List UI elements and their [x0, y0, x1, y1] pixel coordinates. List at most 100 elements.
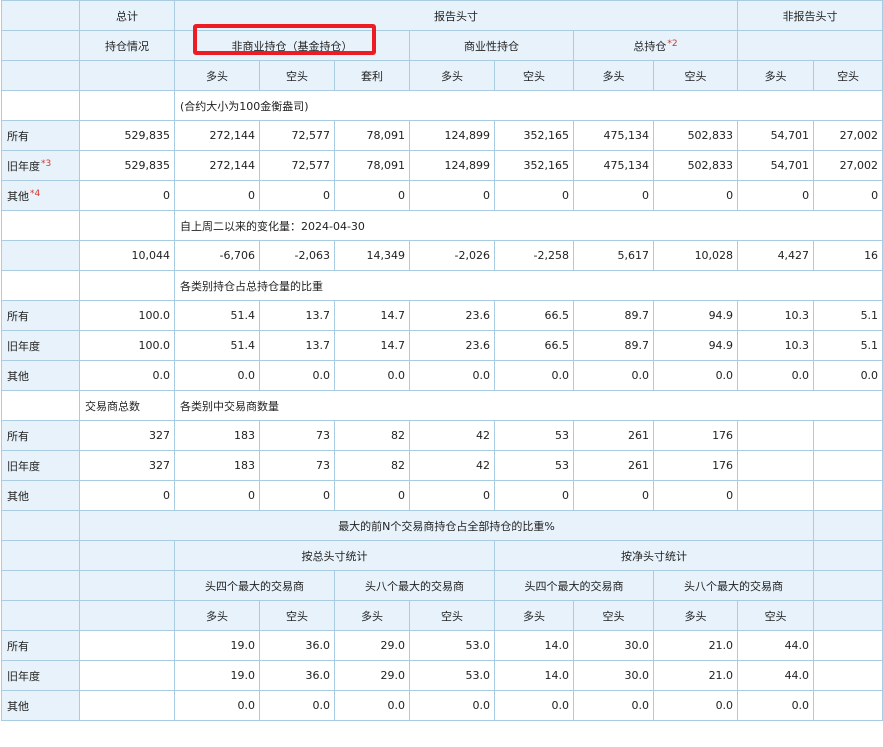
value-cell: 23.6 [409, 330, 495, 361]
cell-blank [813, 630, 883, 661]
value-cell: 53.0 [409, 660, 495, 691]
value-cell: 0.0 [573, 360, 654, 391]
concentration-row-old: 旧年度 19.0 36.0 29.0 53.0 14.0 30.0 21.0 4… [1, 660, 883, 691]
value-cell: 13.7 [259, 330, 335, 361]
row-label-all: 所有 [1, 630, 80, 661]
value-cell: 327 [79, 450, 175, 481]
value-cell: 21.0 [652, 660, 739, 691]
note-4: *4 [30, 188, 41, 199]
value-cell: 29.0 [334, 630, 410, 661]
row-label-old: 旧年度*3 [1, 150, 80, 181]
value-cell: 0.0 [573, 690, 654, 721]
value-cell: 72,577 [259, 120, 335, 151]
value-cell: 272,144 [174, 150, 260, 181]
cell-blank [79, 660, 175, 691]
row-label-other-text: 其他 [7, 189, 29, 203]
value-cell: 0 [494, 180, 574, 211]
value-cell: 502,833 [652, 120, 739, 151]
value-cell: 42 [409, 420, 495, 451]
value-cell: 5,617 [573, 240, 654, 271]
value-cell: 261 [573, 420, 654, 451]
gross-top8: 头八个最大的交易商 [334, 570, 495, 601]
header-nr-short: 空头 [813, 60, 883, 91]
percent-row-old: 旧年度 100.0 51.4 13.7 14.7 23.6 66.5 89.7 … [1, 330, 883, 361]
value-cell: 78,091 [334, 120, 410, 151]
row-label-other: 其他 [1, 690, 80, 721]
header-nr-long: 多头 [737, 60, 815, 91]
value-cell: -2,026 [409, 240, 495, 271]
cell-blank [79, 630, 175, 661]
value-cell: 0 [652, 180, 739, 211]
value-cell: 4,427 [737, 240, 815, 271]
value-cell: 73 [259, 420, 335, 451]
value-cell: 10.3 [737, 330, 815, 361]
value-cell: 44.0 [737, 630, 815, 661]
value-cell: 94.9 [652, 300, 739, 331]
value-cell: 53 [494, 420, 574, 451]
value-cell: 53.0 [409, 630, 495, 661]
row-label-blank [1, 390, 80, 421]
header-long: 多头 [174, 600, 260, 631]
value-cell: -2,063 [259, 240, 335, 271]
value-cell: 0 [334, 480, 410, 511]
row-label-all: 所有 [1, 420, 80, 451]
value-cell: 10.3 [737, 300, 815, 331]
value-cell: 0.0 [259, 360, 335, 391]
net-top4: 头四个最大的交易商 [494, 570, 654, 601]
value-cell: 124,899 [409, 120, 495, 151]
value-cell: 0.0 [334, 360, 410, 391]
concentration-ls-row: 多头 空头 多头 空头 多头 空头 多头 空头 [1, 600, 883, 631]
value-cell: 0 [494, 480, 574, 511]
value-cell: 0.0 [652, 360, 739, 391]
cell-blank [737, 480, 815, 511]
row-label-blank [1, 90, 80, 121]
value-cell: 0.0 [334, 690, 410, 721]
concentration-by-gross: 按总头寸统计 [174, 540, 495, 571]
value-cell: 54,701 [737, 120, 815, 151]
value-cell: 0.0 [174, 360, 260, 391]
row-label-all: 所有 [1, 120, 80, 151]
value-cell: 0 [409, 180, 495, 211]
contract-unit-row: (合约大小为100金衡盎司) [1, 90, 883, 121]
cell-blank [737, 450, 815, 481]
value-cell: 14.7 [334, 300, 410, 331]
value-cell: 54,701 [737, 150, 815, 181]
cell-blank [79, 690, 175, 721]
value-cell: 72,577 [259, 150, 335, 181]
cot-report-container: 总计 报告头寸 非报告头寸 持仓情况 非商业持仓（基金持仓） 商业性持仓 总持仓… [0, 0, 883, 721]
traders-total-label: 交易商总数 [79, 390, 175, 421]
value-cell: 36.0 [259, 630, 335, 661]
percent-label: 各类别持仓占总持仓量的比重 [173, 270, 883, 301]
value-cell: 124,899 [409, 150, 495, 181]
header-total-positions: 总持仓*2 [572, 30, 739, 61]
header-c-short: 空头 [494, 60, 574, 91]
cell-blank [79, 90, 175, 121]
traders-label-row: 交易商总数 各类别中交易商数量 [1, 390, 883, 421]
value-cell: 0 [737, 180, 815, 211]
value-cell: 36.0 [259, 660, 335, 691]
row-label-old: 旧年度 [1, 450, 80, 481]
percent-row-all: 所有 100.0 51.4 13.7 14.7 23.6 66.5 89.7 9… [1, 300, 883, 331]
value-cell: 502,833 [652, 150, 739, 181]
changes-row: 10,044 -6,706 -2,063 14,349 -2,026 -2,25… [1, 240, 883, 271]
value-cell: 89.7 [573, 330, 654, 361]
value-cell: 14.7 [334, 330, 410, 361]
positions-row-old: 旧年度*3 529,835 272,144 72,577 78,091 124,… [1, 150, 883, 181]
value-cell: 327 [79, 420, 175, 451]
changes-label-row: 自上周二以来的变化量：2024-04-30 [1, 210, 883, 241]
value-cell: 0 [573, 180, 654, 211]
value-cell: 5.1 [813, 300, 883, 331]
row-label-blank [1, 240, 80, 271]
row-label-blank [1, 570, 80, 601]
row-label-blank [1, 600, 80, 631]
value-cell: 30.0 [573, 630, 654, 661]
value-cell: 0 [573, 480, 654, 511]
value-cell: 19.0 [174, 630, 260, 661]
concentration-title: 最大的前N个交易商持仓占全部持仓的比重% [78, 510, 815, 541]
value-cell: 183 [174, 450, 260, 481]
value-cell: 0.0 [737, 360, 815, 391]
header-short: 空头 [409, 600, 495, 631]
value-cell: 51.4 [174, 300, 260, 331]
positions-row-all: 所有 529,835 272,144 72,577 78,091 124,899… [1, 120, 883, 151]
value-cell: 73 [259, 450, 335, 481]
